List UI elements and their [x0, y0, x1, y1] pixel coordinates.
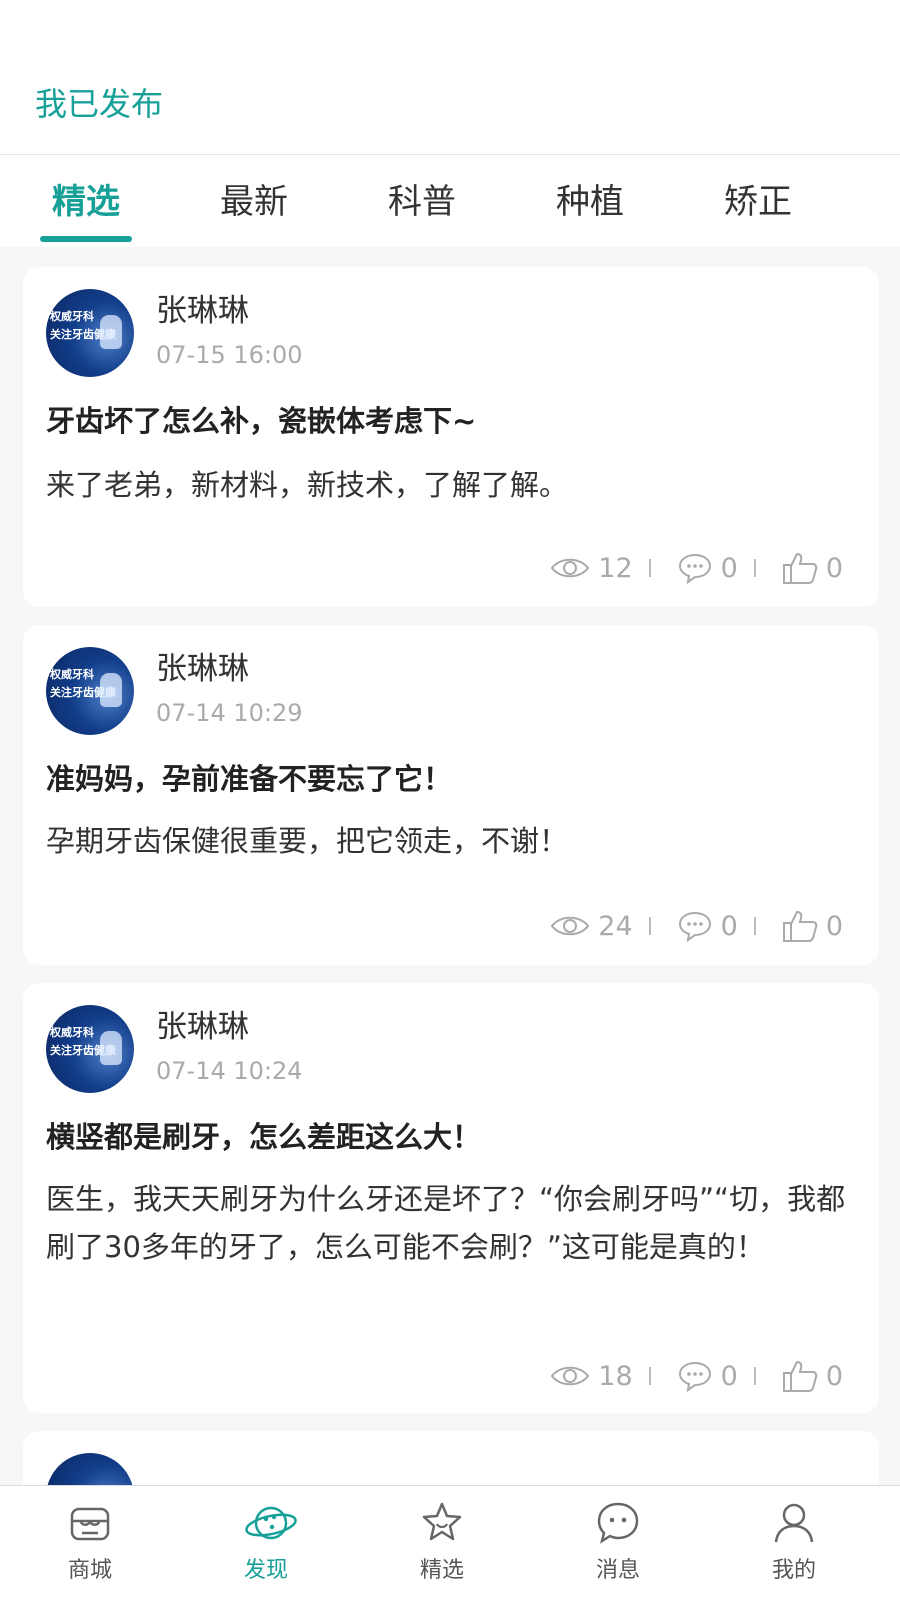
post-feed[interactable]: 权威牙科 关注牙齿健康 张琳琳 07-15 16:00 牙齿坏了怎么补，瓷嵌体考…: [0, 247, 900, 1485]
post-stats: 24 0 0: [550, 906, 843, 946]
nav-label: 我的: [771, 1558, 816, 1583]
post-card[interactable]: 权威牙科 关注牙齿健康 张琳琳 07-14 10:29 准妈妈，孕前准备不要忘了…: [23, 625, 879, 965]
views-count: 24: [598, 910, 633, 942]
post-card[interactable]: 权威牙科 关注牙齿健康 张琳琳 07-14 10:24 横竖都是刷牙，怎么差距这…: [23, 983, 879, 1413]
likes-stat[interactable]: 0: [782, 551, 843, 585]
post-card-partial[interactable]: [23, 1431, 879, 1485]
avatar[interactable]: 权威牙科 关注牙齿健康: [46, 289, 134, 377]
tab-orthodontics[interactable]: 矫正: [672, 179, 844, 225]
likes-count: 0: [825, 552, 843, 584]
author-name[interactable]: 张琳琳: [156, 291, 249, 331]
active-tab-indicator: [40, 236, 132, 242]
tooth-icon: [100, 315, 122, 349]
post-body[interactable]: 孕期牙齿保健很重要，把它领走，不谢！: [46, 817, 866, 865]
views-stat: 12: [550, 552, 633, 584]
comments-stat[interactable]: 0: [677, 1360, 738, 1392]
eye-icon: [551, 558, 590, 578]
star-icon: [422, 1502, 462, 1541]
comment-icon: [678, 553, 711, 584]
post-body[interactable]: 来了老弟，新材料，新技术，了解了解。: [46, 461, 866, 509]
nav-label: 发现: [243, 1558, 288, 1583]
likes-count: 0: [825, 1360, 843, 1392]
nav-discover[interactable]: 发现: [176, 1486, 356, 1600]
post-title[interactable]: 准妈妈，孕前准备不要忘了它！: [46, 759, 856, 799]
top-bar: 我已发布: [0, 0, 900, 155]
divider: [753, 917, 756, 935]
thumbs-up-icon: [782, 1360, 818, 1392]
author-name[interactable]: 张琳琳: [156, 649, 249, 689]
nav-store[interactable]: 商城: [0, 1486, 180, 1600]
divider: [648, 917, 651, 935]
bottom-navigation: 商城 发现 精选 消息 我的: [0, 1485, 900, 1600]
divider: [753, 1367, 756, 1385]
user-icon: [774, 1503, 814, 1543]
views-count: 12: [598, 552, 633, 584]
avatar[interactable]: [46, 1453, 134, 1485]
comments-count: 0: [720, 552, 738, 584]
published-link[interactable]: 我已发布: [35, 84, 163, 124]
comments-stat[interactable]: 0: [677, 910, 738, 942]
nav-label: 商城: [67, 1558, 112, 1583]
views-stat: 18: [550, 1360, 633, 1392]
comment-icon: [678, 911, 711, 942]
post-time: 07-15 16:00: [156, 341, 303, 369]
avatar-text-1: 权威牙科: [50, 668, 94, 681]
post-time: 07-14 10:29: [156, 699, 303, 727]
divider: [648, 1367, 651, 1385]
tooth-icon: [100, 1031, 122, 1065]
planet-icon: [245, 1506, 297, 1540]
tooth-icon: [100, 673, 122, 707]
likes-stat[interactable]: 0: [782, 1359, 843, 1393]
comments-count: 0: [720, 1360, 738, 1392]
tab-implant[interactable]: 种植: [504, 179, 676, 225]
comment-icon: [678, 1361, 711, 1392]
tab-featured[interactable]: 精选: [0, 179, 172, 225]
nav-messages[interactable]: 消息: [528, 1486, 708, 1600]
comments-count: 0: [720, 910, 738, 942]
post-stats: 12 0 0: [550, 548, 843, 588]
nav-label: 精选: [419, 1558, 464, 1583]
likes-stat[interactable]: 0: [782, 909, 843, 943]
eye-icon: [551, 1366, 590, 1386]
views-stat: 24: [550, 910, 633, 942]
store-icon: [70, 1507, 110, 1541]
author-name[interactable]: 张琳琳: [156, 1007, 249, 1047]
post-title[interactable]: 牙齿坏了怎么补，瓷嵌体考虑下~: [46, 401, 856, 441]
divider: [648, 559, 651, 577]
tab-latest[interactable]: 最新: [168, 179, 340, 225]
post-body[interactable]: 医生，我天天刷牙为什么牙还是坏了？“你会刷牙吗”“切，我都刷了30多年的牙了，怎…: [46, 1175, 866, 1271]
post-stats: 18 0 0: [550, 1356, 843, 1396]
thumbs-up-icon: [782, 552, 818, 584]
category-tabs: 精选 最新 科普 种植 矫正: [0, 155, 900, 247]
comments-stat[interactable]: 0: [677, 552, 738, 584]
tab-science[interactable]: 科普: [336, 179, 508, 225]
avatar[interactable]: 权威牙科 关注牙齿健康: [46, 1005, 134, 1093]
message-icon: [597, 1502, 639, 1544]
avatar[interactable]: 权威牙科 关注牙齿健康: [46, 647, 134, 735]
thumbs-up-icon: [782, 910, 818, 942]
nav-label: 消息: [595, 1558, 640, 1583]
views-count: 18: [598, 1360, 633, 1392]
likes-count: 0: [825, 910, 843, 942]
nav-profile[interactable]: 我的: [704, 1486, 884, 1600]
divider: [753, 559, 756, 577]
post-card[interactable]: 权威牙科 关注牙齿健康 张琳琳 07-15 16:00 牙齿坏了怎么补，瓷嵌体考…: [23, 267, 879, 607]
nav-featured[interactable]: 精选: [352, 1486, 532, 1600]
eye-icon: [551, 916, 590, 936]
avatar-text-1: 权威牙科: [50, 310, 94, 323]
post-title[interactable]: 横竖都是刷牙，怎么差距这么大！: [46, 1117, 856, 1157]
avatar-text-1: 权威牙科: [50, 1026, 94, 1039]
post-time: 07-14 10:24: [156, 1057, 303, 1085]
